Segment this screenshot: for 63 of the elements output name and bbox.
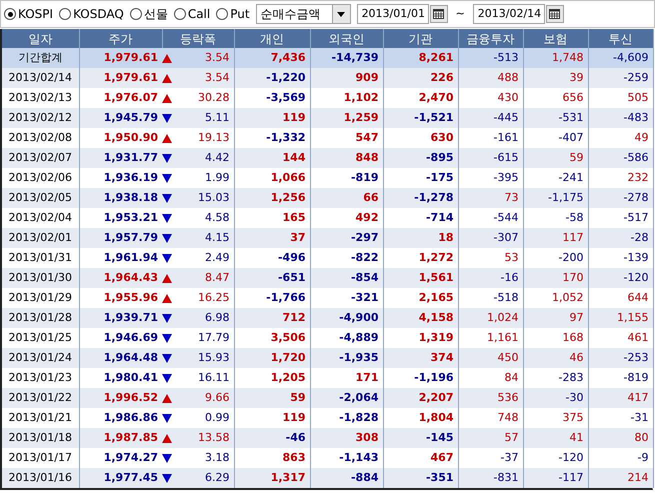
price-cell: 1,964.48 (79, 348, 162, 368)
price-cell: 1,979.61 (79, 48, 162, 68)
value-cell: -351 (383, 468, 458, 488)
change-cell-text: 19.13 (198, 130, 230, 146)
price-cell: 1,996.52 (79, 388, 162, 408)
calendar-icon (549, 9, 560, 19)
value-cell: -117 (523, 468, 588, 488)
change-cell-text: 0.99 (205, 410, 230, 426)
change-cell-text: 4.15 (205, 230, 230, 246)
price-cell: 1,957.79 (79, 228, 162, 248)
date-cell: 2013/01/16 (2, 468, 79, 488)
change-cell-text: 16.11 (198, 370, 230, 386)
change-cell-text: 9.66 (205, 390, 230, 406)
change-cell-text: 17.79 (198, 330, 230, 346)
start-date-field[interactable]: 2013/01/01 (356, 4, 429, 24)
measure-dropdown[interactable]: 순매수금액 (256, 4, 351, 24)
change-cell-text: 15.93 (198, 350, 230, 366)
change-cell-text: 6.98 (205, 310, 230, 326)
change-cell-text: 4.58 (205, 210, 230, 226)
price-cell: 1,961.94 (79, 248, 162, 268)
change-cell-text: 13.58 (198, 430, 230, 446)
price-cell: 1,939.71 (79, 308, 162, 328)
change-cell-text: 6.29 (205, 470, 230, 486)
change-cell-text: 3.18 (205, 450, 230, 466)
change-cell-text: 1.99 (205, 170, 230, 186)
price-cell: 1,938.18 (79, 188, 162, 208)
price-cell: 1,936.19 (79, 168, 162, 188)
change-cell-text: 4.42 (205, 150, 230, 166)
change-cell-text: 3.54 (205, 70, 230, 86)
price-cell: 1,977.45 (79, 468, 162, 488)
price-cell: 1,979.61 (79, 68, 162, 88)
market-radio[interactable]: KOSPI (4, 5, 54, 23)
price-cell: 1,976.07 (79, 88, 162, 108)
price-cell: 1,950.90 (79, 128, 162, 148)
calendar-icon (433, 9, 444, 19)
value-cell: 1,317 (234, 468, 310, 488)
price-cell: 1,964.43 (79, 268, 162, 288)
price-cell: 1,987.85 (79, 428, 162, 448)
change-cell-text: 3.54 (205, 50, 230, 66)
end-date-field[interactable]: 2013/02/14 (472, 4, 545, 24)
change-cell-text: 30.28 (198, 90, 230, 106)
change-cell-text: 16.25 (198, 290, 230, 306)
change-cell-text: 2.49 (205, 250, 230, 266)
price-cell: 1,974.27 (79, 448, 162, 468)
market-radio[interactable]: Put (216, 5, 250, 23)
market-radio[interactable]: 선물 (130, 5, 168, 23)
caret-icon (337, 12, 346, 16)
date-separator: ~ (454, 6, 466, 22)
calendar-button[interactable] (430, 5, 448, 23)
value-cell: -884 (310, 468, 383, 488)
value-cell: -831 (458, 468, 523, 488)
change-cell-text: 15.03 (198, 190, 230, 206)
calendar-button[interactable] (546, 5, 564, 23)
change-cell-text: 5.11 (205, 110, 230, 126)
market-radio[interactable]: KOSDAQ (59, 5, 124, 23)
price-cell: 1,980.41 (79, 368, 162, 388)
change-cell-text: 8.47 (205, 270, 230, 286)
price-cell: 1,955.96 (79, 288, 162, 308)
value-cell: 214 (588, 468, 653, 488)
price-cell: 1,986.86 (79, 408, 162, 428)
market-radio[interactable]: Call (174, 5, 210, 23)
price-cell: 1,946.69 (79, 328, 162, 348)
price-cell: 1,953.21 (79, 208, 162, 228)
